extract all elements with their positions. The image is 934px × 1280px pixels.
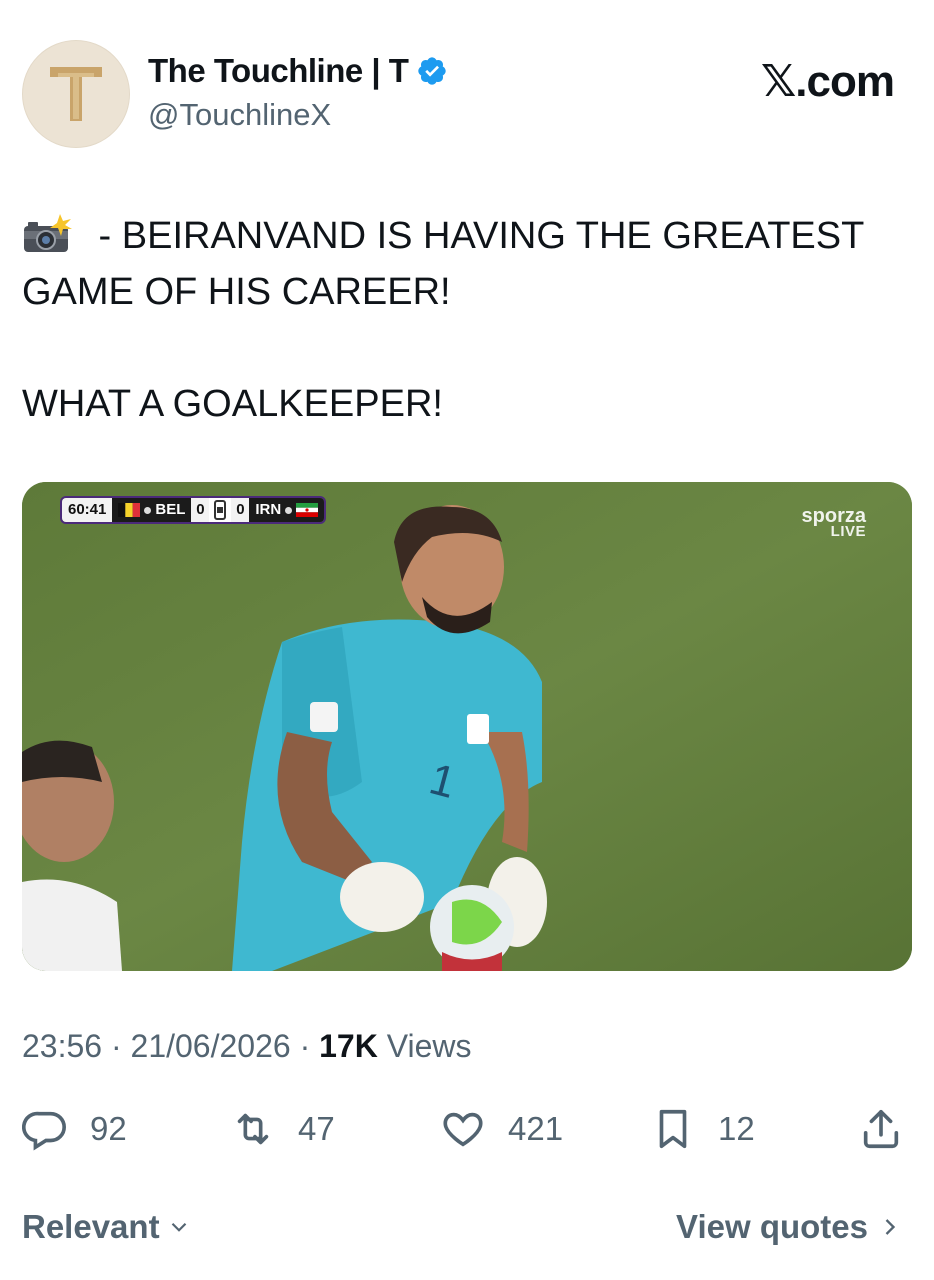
share-button[interactable]: [858, 1106, 904, 1152]
away-team-dot: [285, 506, 293, 514]
bookmark-icon: [659, 1109, 687, 1149]
tweet-date[interactable]: 21/06/2026: [131, 1028, 291, 1064]
goalkeeper-photo: 1: [22, 482, 912, 971]
home-team-code: BEL: [155, 501, 186, 518]
views-label: Views: [386, 1028, 472, 1064]
reply-icon: [22, 1111, 66, 1151]
repost-button[interactable]: 47: [230, 1106, 335, 1152]
x-brand-logo: 𝕏.com: [760, 57, 895, 106]
tweet-body: - BEIRANVAND IS HAVING THE GREATEST GAME…: [22, 208, 902, 432]
like-count: 421: [508, 1110, 564, 1147]
broadcaster-watermark: sporza LIVE: [802, 506, 866, 540]
chevron-right-icon: [885, 1219, 896, 1235]
iran-flag-icon: [296, 503, 319, 517]
author-avatar[interactable]: [22, 40, 130, 148]
tweet-meta: 23:56 · 21/06/2026 · 17K Views: [22, 1028, 472, 1064]
away-team-code: IRN: [255, 501, 282, 518]
author-display-name[interactable]: The Touchline | T: [148, 52, 409, 90]
touchline-t-logo-icon: [50, 67, 102, 121]
home-team-dot: [144, 506, 152, 514]
bookmark-count: 12: [718, 1110, 755, 1147]
match-scorebug: 60:41 BEL 0 0 IRN: [62, 498, 325, 522]
tweet-text-line1: - BEIRANVAND IS HAVING THE GREATEST GAME…: [22, 215, 875, 313]
repost-icon: [237, 1113, 269, 1145]
sort-label: Relevant: [22, 1208, 160, 1245]
home-score: 0: [191, 498, 210, 522]
repost-count: 47: [298, 1110, 335, 1147]
author-name-row[interactable]: The Touchline | T: [148, 52, 448, 90]
author-handle[interactable]: @TouchlineX: [148, 97, 331, 133]
heart-icon: [443, 1112, 483, 1147]
camera-flash-icon: [24, 214, 72, 252]
view-quotes-link[interactable]: View quotes: [676, 1208, 904, 1246]
chevron-down-icon: [171, 1222, 186, 1232]
views-count: 17K: [319, 1028, 378, 1064]
away-score: 0: [231, 498, 250, 522]
like-button[interactable]: 421: [440, 1106, 563, 1152]
reply-count: 92: [90, 1110, 127, 1147]
share-icon: [863, 1109, 899, 1149]
tweet-time[interactable]: 23:56: [22, 1028, 102, 1064]
match-clock: 60:41: [62, 498, 113, 522]
view-quotes-label: View quotes: [676, 1208, 868, 1245]
away-team: IRN: [249, 498, 325, 522]
bookmark-button[interactable]: 12: [650, 1106, 755, 1152]
reply-button[interactable]: 92: [22, 1106, 127, 1152]
belgium-flag-icon: [118, 503, 141, 517]
tweet-action-bar: 92 47 421 12: [22, 1106, 912, 1156]
verified-badge-icon: [418, 57, 447, 85]
tournament-logo-icon: [209, 498, 232, 522]
home-team: BEL: [112, 498, 192, 522]
tweet-text-line2: WHAT A GOALKEEPER!: [22, 383, 443, 425]
tweet-media-video[interactable]: 1 60:41 BEL 0 0 IRN sporza LIVE: [22, 482, 912, 971]
sort-replies-dropdown[interactable]: Relevant: [22, 1208, 192, 1246]
